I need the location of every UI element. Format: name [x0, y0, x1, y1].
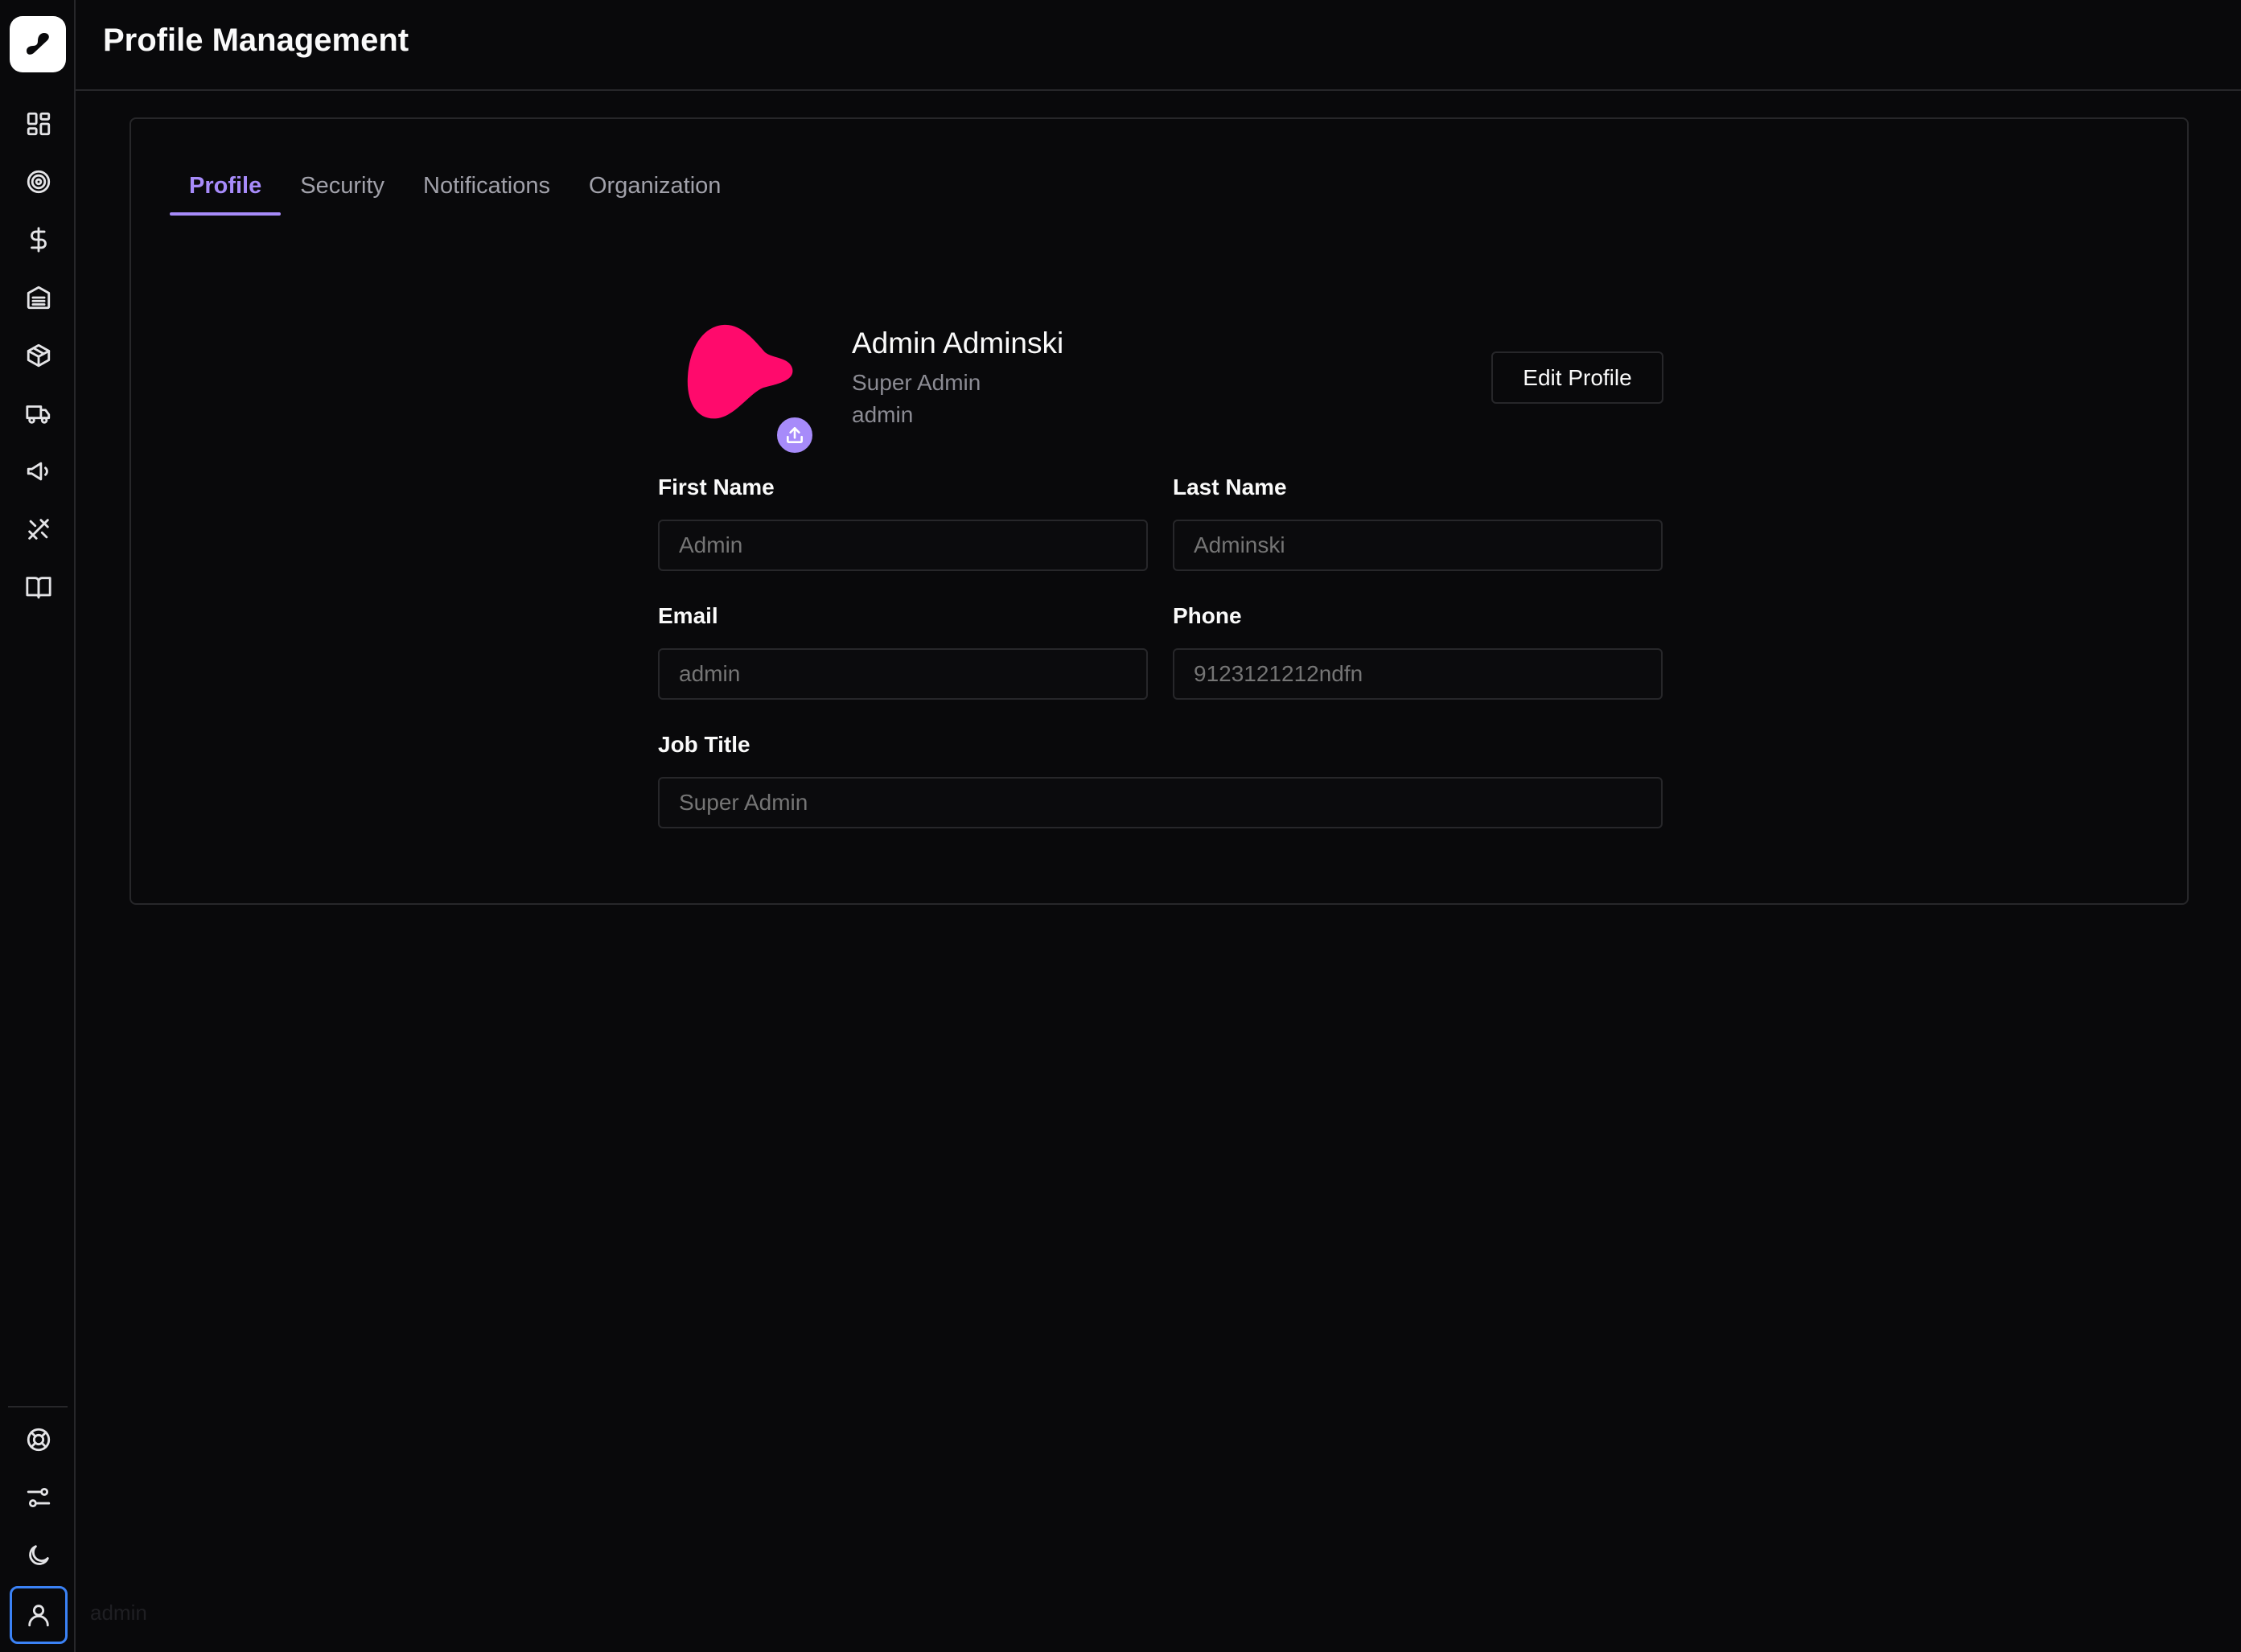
profile-card: Profile Security Notifications Organizat… — [130, 117, 2189, 905]
first-name-field[interactable] — [658, 520, 1148, 571]
megaphone-icon — [27, 462, 48, 481]
sidebar-item-finance[interactable] — [14, 216, 63, 264]
sidebar-divider — [8, 1406, 68, 1407]
phone-label: Phone — [1173, 603, 1242, 628]
edit-profile-button[interactable]: Edit Profile — [1491, 351, 1663, 404]
grid-icon — [27, 112, 51, 136]
target-icon — [27, 170, 51, 194]
last-name-label: Last Name — [1173, 475, 1287, 499]
tab-security[interactable]: Security — [281, 166, 404, 216]
phone-field[interactable] — [1173, 648, 1663, 700]
sidebar-item-warehouse[interactable] — [14, 273, 63, 322]
sidebar-item-user[interactable] — [10, 1586, 68, 1644]
upload-icon — [787, 427, 803, 443]
sidebar-item-shipping[interactable] — [14, 389, 63, 438]
tab-profile[interactable]: Profile — [170, 166, 282, 216]
job-title-label: Job Title — [658, 732, 750, 757]
sidebar-user-label: admin — [90, 1601, 147, 1625]
app-logo[interactable] — [10, 16, 66, 72]
sidebar-item-docs[interactable] — [14, 563, 63, 611]
sidebar-item-goals[interactable] — [14, 158, 63, 206]
user-icon — [28, 1605, 49, 1627]
profile-username: admin — [852, 402, 914, 427]
sidebar-item-dashboard[interactable] — [14, 100, 63, 148]
truck-icon — [26, 405, 51, 424]
brand-logo-icon — [27, 33, 49, 55]
email-label: Email — [658, 603, 718, 628]
sidebar: admin — [0, 0, 147, 1652]
warehouse-icon — [27, 286, 51, 310]
sidebar-item-products[interactable] — [14, 331, 63, 380]
sidebar-item-theme[interactable] — [14, 1531, 63, 1580]
first-name-label: First Name — [658, 475, 775, 499]
email-field[interactable] — [658, 648, 1148, 700]
sidebar-item-tools[interactable] — [14, 505, 63, 553]
dollar-icon — [31, 227, 47, 253]
sliders-icon — [27, 1487, 51, 1508]
profile-role: Super Admin — [852, 370, 981, 395]
package-icon — [27, 343, 51, 368]
sidebar-item-support[interactable] — [14, 1416, 63, 1464]
sidebar-item-marketing[interactable] — [14, 447, 63, 495]
book-icon — [26, 577, 51, 599]
upload-avatar-button[interactable] — [775, 415, 815, 455]
tab-organization[interactable]: Organization — [570, 166, 740, 216]
sidebar-item-settings[interactable] — [14, 1473, 63, 1522]
page-header: Profile Management — [76, 0, 2241, 91]
moon-icon — [29, 1545, 49, 1565]
tab-notifications[interactable]: Notifications — [404, 166, 570, 216]
page-title: Profile Management — [103, 23, 409, 58]
avatar[interactable] — [675, 320, 815, 457]
profile-name: Admin Adminski — [852, 327, 1064, 360]
job-title-field[interactable] — [658, 777, 1663, 828]
avatar-image — [687, 324, 793, 419]
lifebuoy-icon — [27, 1428, 51, 1452]
last-name-field[interactable] — [1173, 520, 1663, 571]
tab-bar: Profile Security Notifications Organizat… — [170, 166, 740, 216]
tools-icon — [28, 519, 49, 540]
